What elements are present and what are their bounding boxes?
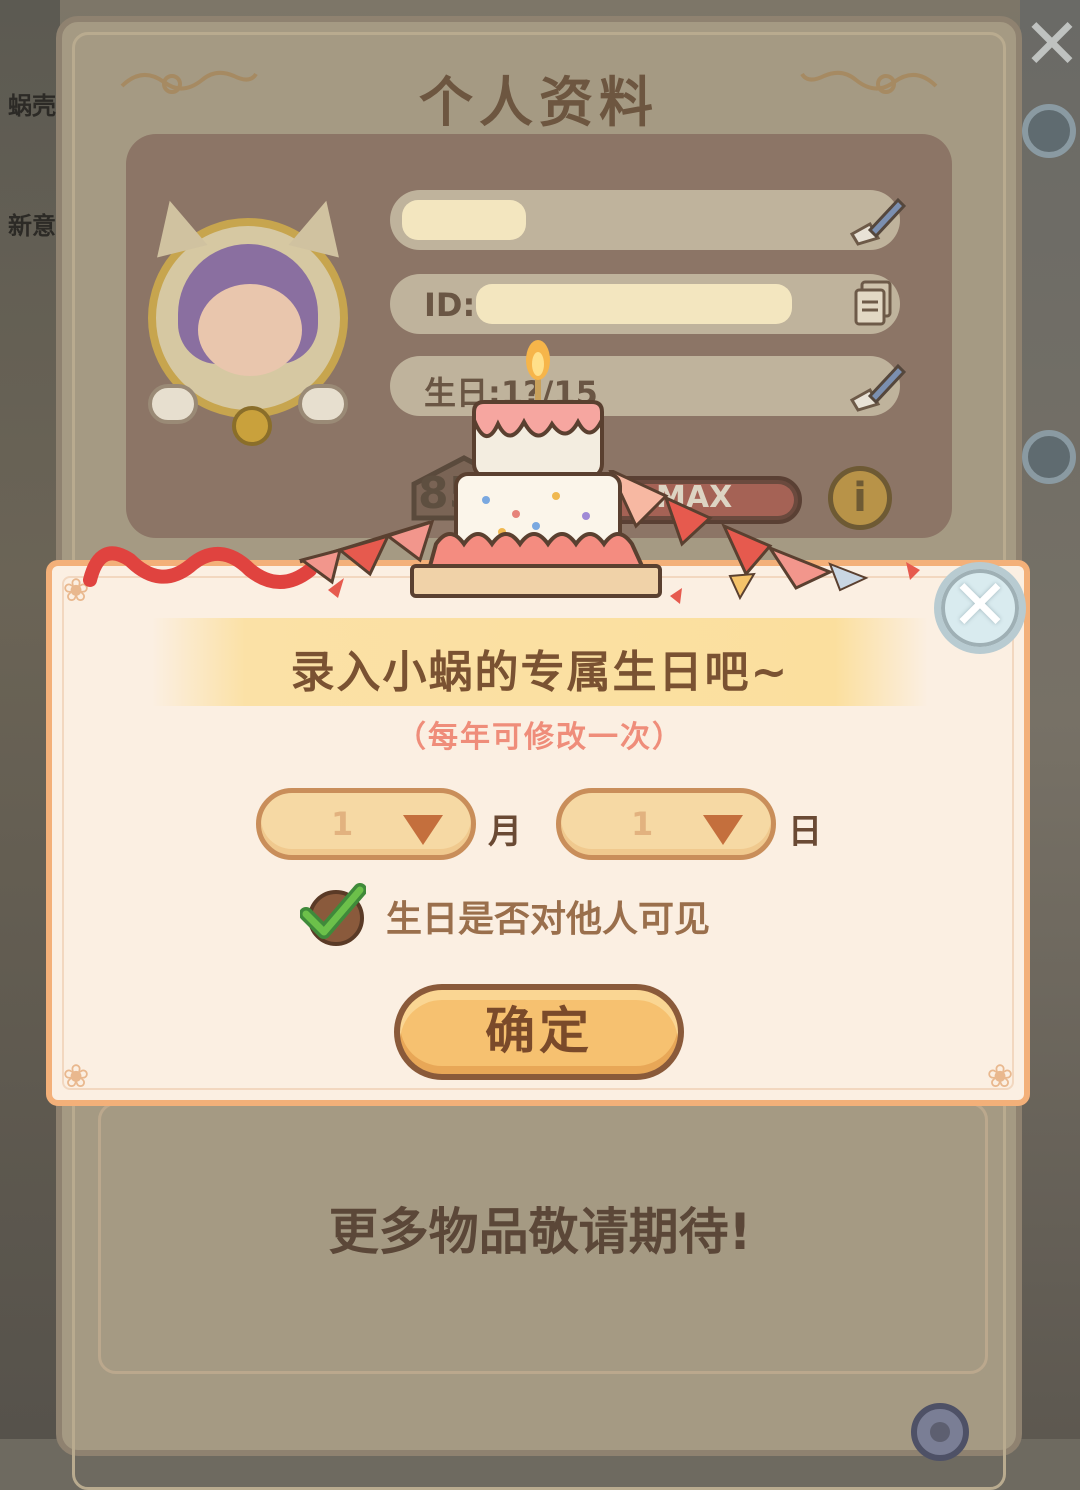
background-label: 新意 [8, 212, 56, 240]
corner-ornament-icon: ❀ [986, 1057, 1014, 1095]
copy-icon[interactable] [848, 278, 906, 330]
dialog-title: 录入小蜗的专属生日吧~ [290, 647, 790, 698]
dropdown-arrow-icon [403, 815, 443, 845]
confirm-button[interactable]: 确定 [394, 984, 684, 1080]
edit-pencil-icon[interactable] [848, 360, 906, 412]
redacted-id [476, 284, 792, 324]
corner-ornament-icon: ❀ [62, 1057, 90, 1095]
day-select[interactable]: 1 [556, 788, 776, 860]
day-unit: 日 [788, 812, 822, 852]
birthday-cake-icon [410, 340, 662, 598]
cat-ear-left [144, 194, 208, 258]
close-icon[interactable]: ✕ [1022, 9, 1080, 79]
background-label: 蜗壳 [8, 92, 56, 120]
visibility-checkbox[interactable] [300, 882, 366, 946]
gear-icon[interactable] [900, 1392, 980, 1472]
background-ring-icon [1022, 430, 1076, 484]
visibility-label[interactable]: 生日是否对他人可见 [386, 890, 710, 942]
month-value: 1 [331, 805, 354, 843]
avatar-face [198, 284, 302, 376]
dropdown-arrow-icon [703, 815, 743, 845]
paw-icon [148, 384, 198, 424]
id-field: ID: [390, 274, 900, 334]
dialog-subtitle: （每年可修改一次） [396, 720, 684, 755]
ornament-icon [800, 70, 938, 94]
bell-icon [232, 406, 272, 446]
edit-pencil-icon[interactable] [848, 194, 906, 246]
month-unit: 月 [488, 812, 522, 852]
paw-icon [298, 384, 348, 424]
background-ring-icon [1022, 104, 1076, 158]
id-label: ID: [424, 286, 476, 324]
month-select[interactable]: 1 [256, 788, 476, 860]
redacted-name [402, 200, 526, 240]
cat-ear-right [288, 194, 352, 258]
coming-soon-text: 更多物品敬请期待! [328, 1203, 752, 1261]
day-value: 1 [631, 805, 654, 843]
avatar[interactable] [144, 194, 352, 446]
name-field [390, 190, 906, 250]
